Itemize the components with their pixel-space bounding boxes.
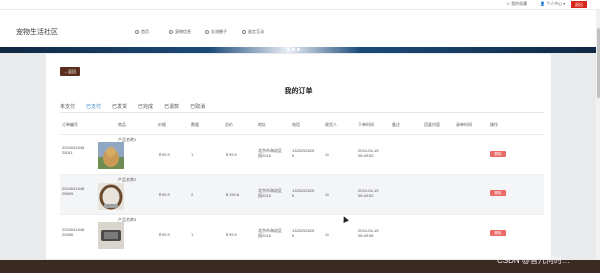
nav-item-messages[interactable]: 留言互动 xyxy=(242,29,264,35)
page-scrollbar[interactable] xyxy=(596,10,600,260)
table-row: 2024041548 29285 产品名称3 ￥99.9 1 ￥99.9 北京市海… xyxy=(60,214,544,255)
paw-icon xyxy=(169,30,173,34)
quantity: 1 xyxy=(191,152,194,157)
quantity: 2 xyxy=(191,192,194,197)
carousel-dots[interactable] xyxy=(287,48,300,51)
col-total: 总价 xyxy=(225,122,233,127)
col-product: 商品 xyxy=(118,122,126,127)
nav-item-pet-info[interactable]: 宠物信息 xyxy=(169,29,191,35)
table-row: 2024041548 25011 产品名称1 ￥99.9 1 ￥99.9 北京市海… xyxy=(60,134,544,175)
table-row: 2024041548 25609 产品名称2 ￥99.9 2 ￥199.8 北京市… xyxy=(60,174,544,215)
nav-label: 宠物信息 xyxy=(175,29,191,34)
profile-link[interactable]: 👤 个人中心 ▾ xyxy=(540,1,565,7)
col-order-id: 订单编号 xyxy=(62,122,78,127)
back-button[interactable]: ←返回 xyxy=(60,67,80,76)
total: ￥99.9 xyxy=(225,232,237,237)
profile-label: 个人中心 xyxy=(546,1,563,6)
nav-label: 交流圈子 xyxy=(211,29,227,34)
delete-button[interactable]: 删除 xyxy=(490,190,506,196)
banner-strip xyxy=(0,47,600,53)
quantity: 1 xyxy=(191,232,194,237)
col-receiver: 收货人 xyxy=(325,122,337,127)
product-image[interactable] xyxy=(98,222,124,249)
tab-divider xyxy=(60,112,544,113)
col-action: 操作 xyxy=(490,122,498,127)
top-bar: ☆ 我的收藏 👤 个人中心 ▾ 退出 xyxy=(0,0,600,10)
col-price: 价格 xyxy=(158,122,166,127)
page-title: 我的订单 xyxy=(284,88,313,95)
col-order-time: 下单时间 xyxy=(358,122,374,127)
product-image[interactable] xyxy=(98,142,124,169)
site-header xyxy=(0,10,600,48)
nav-item-home[interactable]: 首页 xyxy=(135,29,149,35)
price: ￥99.9 xyxy=(158,232,170,237)
home-icon xyxy=(135,30,139,34)
nav-item-community[interactable]: 交流圈子 xyxy=(205,29,227,35)
col-qty: 数量 xyxy=(191,122,199,127)
receiver: 11 xyxy=(325,232,330,237)
receiver: 11 xyxy=(325,152,330,157)
delete-button[interactable]: 删除 xyxy=(490,230,506,236)
scrollbar-thumb[interactable] xyxy=(596,28,600,98)
col-phone: 电话 xyxy=(292,122,300,127)
favorites-label: 我的收藏 xyxy=(511,1,528,6)
product-image[interactable] xyxy=(98,183,124,210)
order-panel: ←返回 我的订单 未支付 已支付 已发货 已完成 已退款 已取消 订单编号 商品… xyxy=(46,54,551,259)
total: ￥199.8 xyxy=(225,192,240,197)
col-address: 地址 xyxy=(258,122,266,127)
delete-button[interactable]: 删除 xyxy=(490,151,506,157)
total: ￥99.9 xyxy=(225,152,237,157)
chat-icon xyxy=(205,30,209,34)
watermark: CSDN @曾几何时… xyxy=(497,256,571,265)
site-logo[interactable]: 宠物生活社区 xyxy=(16,27,58,37)
table-header: 订单编号 商品 价格 数量 总价 地址 电话 收货人 下单时间 备注 回复内容 … xyxy=(60,122,544,132)
col-reply: 回复内容 xyxy=(424,122,440,127)
col-entry-time: 录单时间 xyxy=(456,122,472,127)
nav-label: 留言互动 xyxy=(248,29,264,34)
price: ￥99.9 xyxy=(158,152,170,157)
price: ￥99.9 xyxy=(158,192,170,197)
favorites-link[interactable]: ☆ 我的收藏 xyxy=(506,1,527,7)
logout-button[interactable]: 退出 xyxy=(571,1,587,8)
col-remark: 备注 xyxy=(392,122,400,127)
nav-label: 首页 xyxy=(141,29,149,34)
message-icon xyxy=(242,30,246,34)
receiver: 11 xyxy=(325,192,330,197)
